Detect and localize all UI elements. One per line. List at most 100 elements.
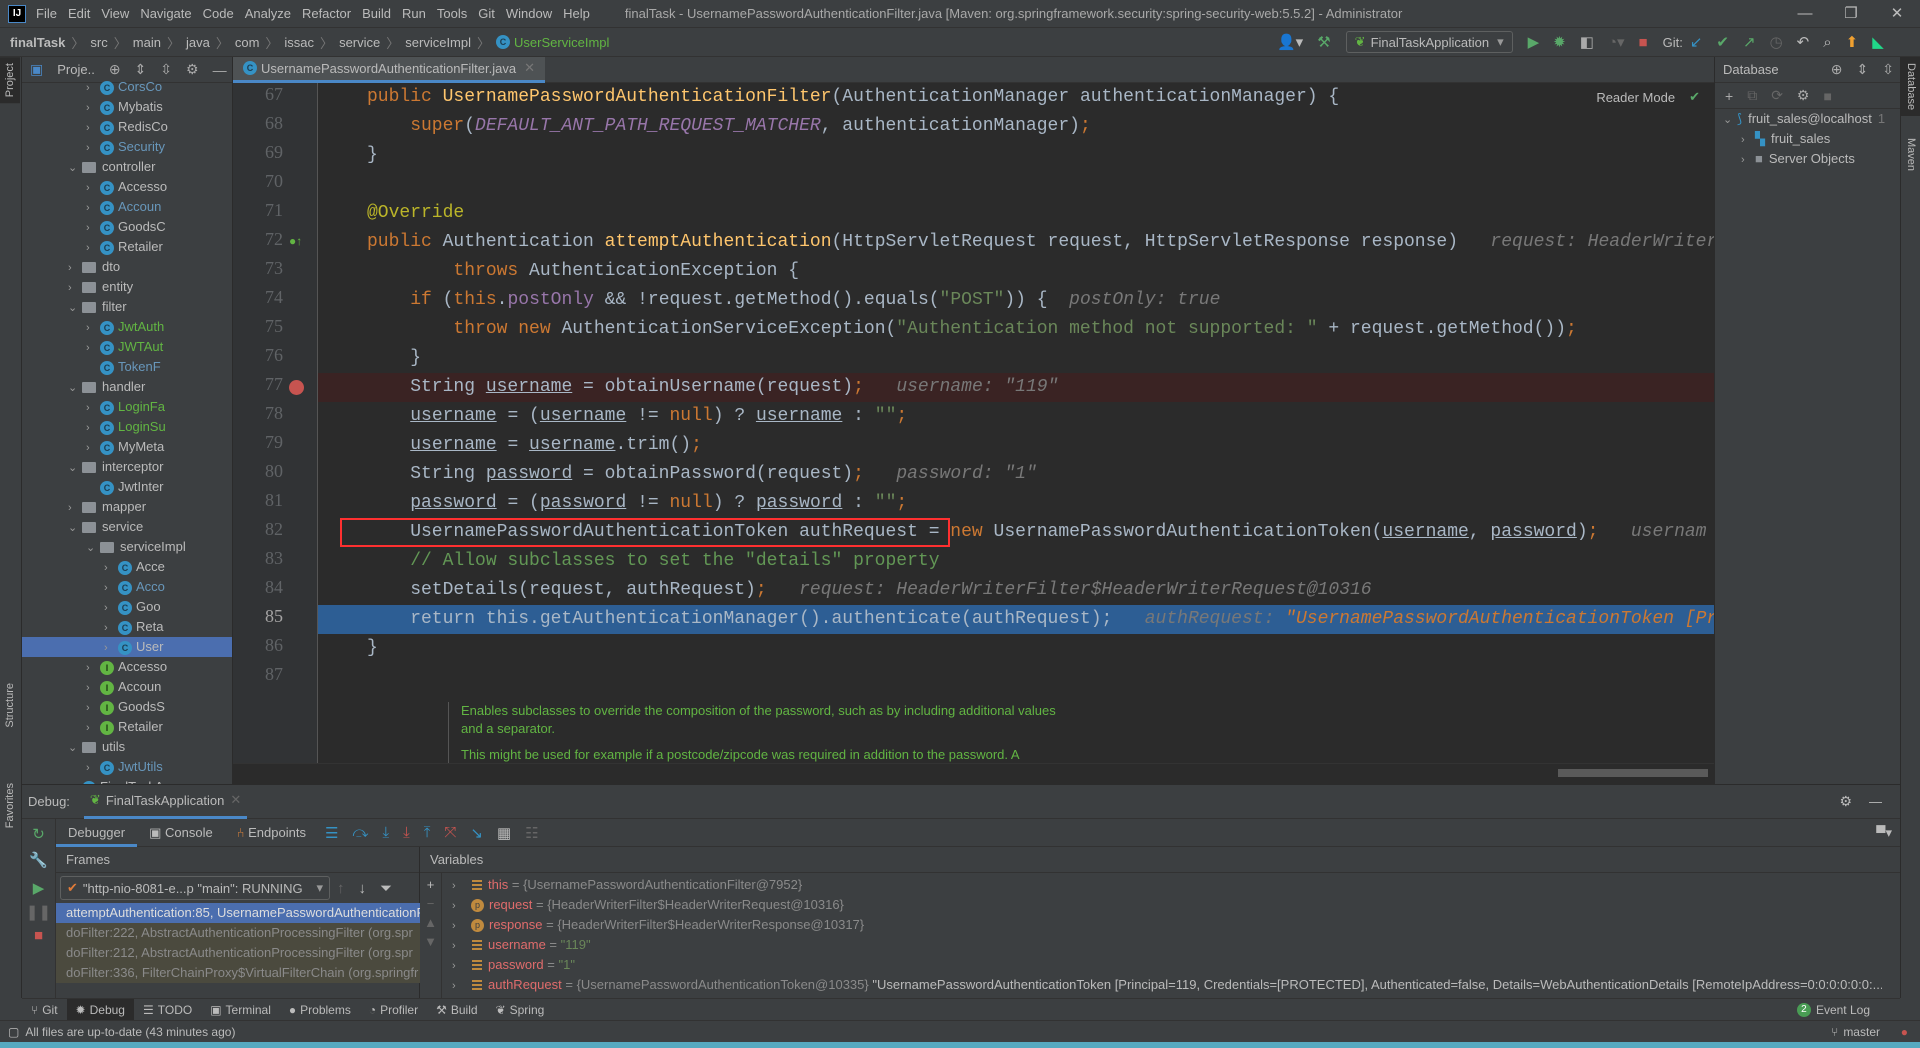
tree-item[interactable]: › C RedisCo (22, 117, 232, 137)
project-tool-tab[interactable]: Project (0, 57, 20, 104)
chevron-right-icon[interactable]: › (86, 678, 100, 698)
breadcrumb-item[interactable]: src (90, 35, 107, 50)
tree-item[interactable]: › C Mybatis (22, 97, 232, 117)
update-icon[interactable]: ⬆ (1846, 33, 1859, 51)
history-icon[interactable]: ◷ (1770, 33, 1783, 51)
chevron-right-icon[interactable]: › (86, 758, 100, 778)
git-push-icon[interactable]: ↗ (1743, 33, 1756, 51)
chevron-right-icon[interactable]: › (86, 178, 100, 198)
step-into-icon[interactable]: ⤓ (382, 824, 389, 841)
breadcrumb-item[interactable]: com (235, 35, 260, 50)
chevron-right-icon[interactable]: › (86, 658, 100, 678)
tab-debugger[interactable]: Debugger (56, 819, 138, 847)
add-watch-icon[interactable]: + (420, 877, 441, 892)
copy-icon[interactable]: ⧉ (1747, 87, 1757, 104)
tree-item[interactable]: › I Accoun (22, 677, 232, 697)
chevron-right-icon[interactable]: › (1741, 130, 1755, 150)
force-step-into-icon[interactable]: ⤓ (403, 824, 410, 841)
menu-build[interactable]: Build (362, 6, 391, 21)
breadcrumb-item[interactable]: main (133, 35, 161, 50)
chevron-right-icon[interactable]: › (104, 638, 118, 658)
pause-icon[interactable]: ❚❚ (22, 903, 55, 921)
chevron-down-icon[interactable]: ⌄ (1723, 110, 1737, 130)
tree-item[interactable]: ⌄ handler (22, 377, 232, 397)
tree-item[interactable]: ⌄ serviceImpl (22, 537, 232, 557)
settings-wrench-icon[interactable]: 🔧 (22, 851, 55, 869)
gear-icon[interactable]: ⚙ (186, 61, 199, 78)
chevron-down-icon[interactable]: ⌄ (68, 458, 82, 478)
chevron-right-icon[interactable]: › (68, 258, 82, 278)
minimize-button[interactable]: — (1782, 0, 1828, 28)
profile-icon[interactable]: ◔▾ (1608, 33, 1625, 51)
notification-icon[interactable]: ● (1901, 1025, 1908, 1039)
menu-window[interactable]: Window (506, 6, 552, 21)
tree-item[interactable]: ⌄ interceptor (22, 457, 232, 477)
step-over-icon[interactable]: ⤼ (352, 824, 368, 841)
code-line[interactable]: String username = obtainUsername(request… (318, 373, 1714, 402)
code-line[interactable] (318, 170, 1714, 199)
tree-item[interactable]: ⌄ controller (22, 157, 232, 177)
chevron-right-icon[interactable]: › (86, 418, 100, 438)
gear-icon[interactable]: ⚙ (1839, 793, 1852, 810)
tree-item[interactable]: C TokenF (22, 357, 232, 377)
code-line[interactable]: public Authentication attemptAuthenticat… (318, 228, 1714, 257)
step-out-icon[interactable]: ⤒ (424, 824, 431, 841)
code-line[interactable]: super(DEFAULT_ANT_PATH_REQUEST_MATCHER, … (318, 112, 1714, 141)
tree-item[interactable]: › C Acce (22, 557, 232, 577)
tree-item[interactable]: › C Accoun (22, 197, 232, 217)
code-line[interactable]: } (318, 634, 1714, 663)
collapse-all-icon[interactable]: ⇳ (1882, 61, 1894, 78)
evaluate-expression-icon[interactable]: ▦ (497, 824, 511, 842)
stack-frame[interactable]: doFilter:336, FilterChainProxy$VirtualFi… (56, 963, 420, 983)
chevron-down-icon[interactable]: ⌄ (68, 738, 82, 758)
variable-row[interactable]: › this = {UsernamePasswordAuthenticationF… (442, 875, 1882, 895)
breadcrumb-item[interactable]: java (186, 35, 210, 50)
git-update-icon[interactable]: ↙ (1690, 33, 1703, 51)
resume-icon[interactable]: ▶ (22, 879, 55, 897)
chevron-down-icon[interactable]: ⌄ (68, 298, 82, 318)
tree-item[interactable]: › C CorsCo (22, 77, 232, 97)
variable-row[interactable]: › username = "119" (442, 935, 1882, 955)
drop-frame-icon[interactable]: ⤧ (444, 824, 456, 841)
tree-item[interactable]: › C MyMeta (22, 437, 232, 457)
next-frame-icon[interactable]: ↓ (359, 880, 367, 897)
variable-row[interactable]: › authRequest = {UsernamePasswordAuthenti… (442, 975, 1882, 995)
code-line[interactable]: return this.getAuthenticationManager().a… (318, 605, 1714, 634)
chevron-right-icon[interactable]: › (86, 318, 100, 338)
override-marker-icon[interactable]: ●↑ (289, 234, 302, 248)
expand-all-icon[interactable]: ⇕ (1857, 61, 1869, 78)
stack-frame[interactable]: doFilter:212, AbstractAuthenticationProc… (56, 943, 420, 963)
add-icon[interactable]: + (1725, 88, 1733, 104)
chevron-right-icon[interactable]: › (68, 498, 82, 518)
move-down-icon[interactable]: ▼ (420, 934, 441, 949)
event-log-button[interactable]: 2 Event Log (1796, 1002, 1870, 1017)
menu-edit[interactable]: Edit (68, 6, 90, 21)
code-line[interactable]: throw new AuthenticationServiceException… (318, 315, 1714, 344)
rollback-icon[interactable]: ↶ (1797, 33, 1810, 51)
hide-icon[interactable]: — (213, 62, 227, 78)
tool-tab-todo[interactable]: ☰ TODO (134, 999, 201, 1021)
tree-item[interactable]: › I GoodsS (22, 697, 232, 717)
menu-view[interactable]: View (101, 6, 129, 21)
tree-item[interactable]: C JwtInter (22, 477, 232, 497)
chevron-right-icon[interactable]: › (104, 578, 118, 598)
menu-navigate[interactable]: Navigate (140, 6, 191, 21)
layout-icon[interactable]: ▀▾ (1876, 825, 1892, 841)
chevron-right-icon[interactable]: › (452, 936, 466, 956)
tree-item[interactable]: ⌄ service (22, 517, 232, 537)
tree-item[interactable]: › C Security (22, 137, 232, 157)
tree-item[interactable]: › C LoginSu (22, 417, 232, 437)
tree-item[interactable]: › C Goo (22, 597, 232, 617)
chevron-right-icon[interactable]: › (104, 558, 118, 578)
variable-row[interactable]: › password = "1" (442, 955, 1882, 975)
database-tool-tab[interactable]: Database (1901, 57, 1920, 117)
tree-item[interactable]: › dto (22, 257, 232, 277)
git-commit-icon[interactable]: ✔ (1716, 33, 1729, 51)
tool-tab-spring[interactable]: ❦ Spring (487, 999, 554, 1021)
user-icon[interactable]: 👤▾ (1277, 33, 1303, 51)
project-view-select[interactable]: Proje.. (57, 62, 95, 77)
chevron-right-icon[interactable]: › (452, 896, 466, 916)
git-branch-widget[interactable]: ⑂ master (1831, 1025, 1880, 1039)
code-line[interactable]: throws AuthenticationException { (318, 257, 1714, 286)
tree-item[interactable]: › C Reta (22, 617, 232, 637)
